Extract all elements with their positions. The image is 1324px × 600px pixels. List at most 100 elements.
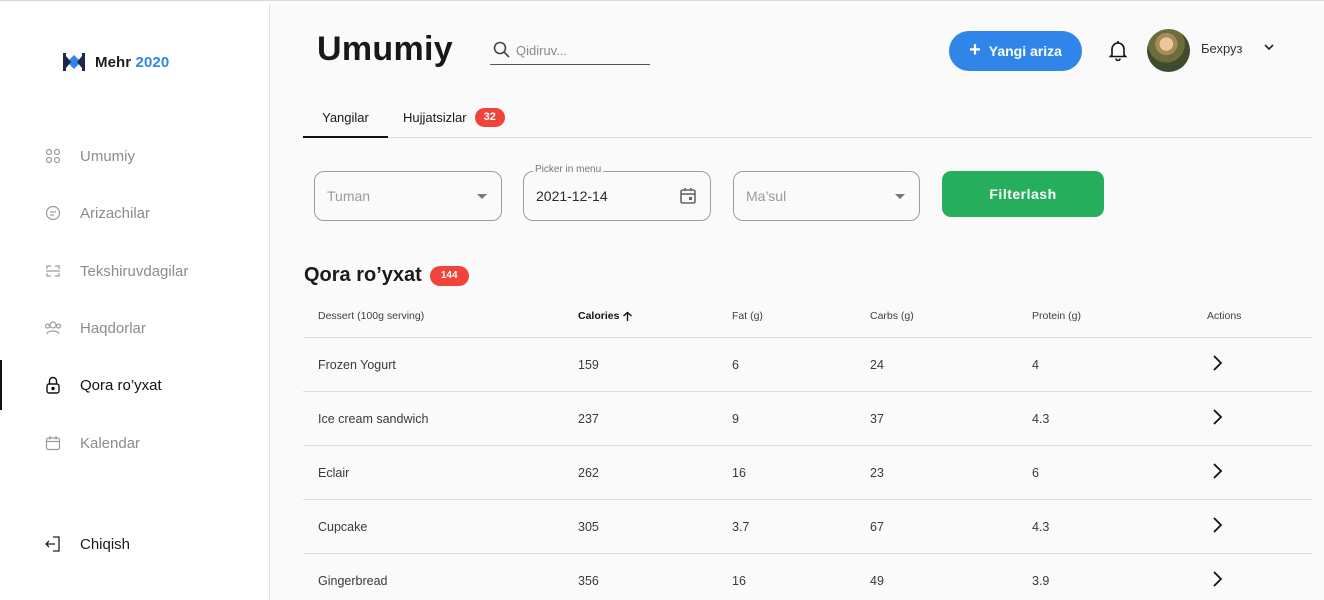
table-row[interactable]: Gingerbread 356 16 49 3.9 [303, 554, 1312, 600]
cell-fat: 16 [732, 574, 746, 588]
count-badge: 144 [429, 265, 469, 286]
calendar-icon[interactable] [678, 186, 698, 206]
cell-calories: 305 [578, 520, 599, 534]
cell-calories: 237 [578, 412, 599, 426]
count-badge: 32 [474, 108, 505, 127]
logout-icon [44, 535, 62, 553]
dropdown-caret-icon [895, 194, 905, 199]
table-row[interactable]: Eclair 262 16 23 6 [303, 446, 1312, 500]
column-header-carbs[interactable]: Carbs (g) [870, 310, 914, 322]
table-row[interactable]: Frozen Yogurt 159 6 24 4 [303, 338, 1312, 392]
cell-dessert: Frozen Yogurt [318, 358, 396, 372]
date-picker[interactable]: Picker in menu 2021-12-14 [523, 164, 711, 221]
chevron-right-icon[interactable] [1207, 515, 1227, 535]
date-picker-legend: Picker in menu [533, 164, 604, 175]
tuman-placeholder: Tuman [327, 188, 371, 204]
column-header-label: Calories [578, 310, 620, 322]
section-title: Qora ro’yxat 144 [304, 264, 469, 287]
masul-placeholder: Ma’sul [746, 188, 787, 204]
column-header-protein[interactable]: Protein (g) [1032, 310, 1081, 322]
sidebar-item-label: Qora ro’yxat [80, 376, 162, 394]
grid-icon [44, 147, 62, 165]
cell-dessert: Ice cream sandwich [318, 412, 429, 426]
brand-year: 2020 [135, 53, 170, 71]
cell-calories: 262 [578, 466, 599, 480]
lock-icon [44, 376, 62, 394]
cell-fat: 16 [732, 466, 746, 480]
cell-carbs: 67 [870, 520, 884, 534]
avatar[interactable] [1147, 29, 1190, 72]
table-header: Dessert (100g serving) Calories Fat (g) … [303, 293, 1312, 338]
tab-label: Hujjatsizlar [403, 110, 467, 125]
column-header-calories[interactable]: Calories [578, 310, 633, 322]
cell-fat: 6 [732, 358, 739, 372]
cell-protein: 4.3 [1032, 412, 1050, 426]
sidebar-item-label: Umumiy [80, 147, 135, 165]
column-header-actions: Actions [1207, 310, 1242, 322]
sidebar: Mehr 2020 Umumiy Arizachilar Tekshiruvda… [0, 4, 270, 600]
sidebar-item-qora-royxat[interactable]: Qora ro’yxat [0, 360, 270, 410]
chevron-down-icon[interactable] [1262, 40, 1276, 54]
table-row[interactable]: Ice cream sandwich 237 9 37 4.3 [303, 392, 1312, 446]
column-header-fat[interactable]: Fat (g) [732, 310, 763, 322]
user-name[interactable]: Бехруз [1201, 41, 1243, 56]
chevron-right-icon[interactable] [1207, 461, 1227, 481]
logout-button[interactable]: Chiqish [0, 519, 270, 569]
tab-bar: Yangilar Hujjatsizlar 32 [303, 98, 1312, 138]
sidebar-item-tekshiruvdagilar[interactable]: Tekshiruvdagilar [0, 246, 270, 296]
cell-protein: 4.3 [1032, 520, 1050, 534]
cell-calories: 356 [578, 574, 599, 588]
plus-icon: + [969, 39, 981, 61]
cell-carbs: 23 [870, 466, 884, 480]
page-title: Umumiy [317, 30, 453, 68]
new-application-button[interactable]: + Yangi ariza [949, 31, 1082, 71]
dropdown-caret-icon [477, 194, 487, 199]
sidebar-item-label: Haqdorlar [80, 319, 146, 337]
sidebar-item-label: Tekshiruvdagilar [80, 262, 189, 280]
cell-dessert: Cupcake [318, 520, 368, 534]
sidebar-item-label: Kalendar [80, 434, 141, 452]
column-header-dessert[interactable]: Dessert (100g serving) [318, 310, 424, 322]
tab-hujjatsizlar[interactable]: Hujjatsizlar 32 [403, 98, 505, 137]
logo-icon [63, 53, 85, 71]
cell-protein: 3.9 [1032, 574, 1050, 588]
sidebar-item-haqdorlar[interactable]: Haqdorlar [0, 303, 270, 353]
sidebar-item-kalendar[interactable]: Kalendar [0, 418, 270, 468]
date-value: 2021-12-14 [536, 188, 608, 204]
search-input[interactable] [516, 42, 646, 58]
cell-fat: 3.7 [732, 520, 750, 534]
cell-dessert: Gingerbread [318, 574, 388, 588]
cell-fat: 9 [732, 412, 739, 426]
arrow-up-icon [623, 311, 633, 321]
chevron-right-icon[interactable] [1207, 353, 1227, 373]
scan-icon [44, 262, 62, 280]
sidebar-item-arizachilar[interactable]: Arizachilar [0, 188, 270, 238]
chevron-right-icon[interactable] [1207, 407, 1227, 427]
brand-name: Mehr 2020 [95, 53, 170, 71]
filter-button[interactable]: Filterlash [942, 171, 1104, 217]
table-row[interactable]: Cupcake 305 3.7 67 4.3 [303, 500, 1312, 554]
brand-logo[interactable]: Mehr 2020 [63, 52, 169, 72]
users-icon [44, 319, 62, 337]
cell-calories: 159 [578, 358, 599, 372]
sidebar-item-umumiy[interactable]: Umumiy [0, 131, 270, 181]
document-icon [44, 204, 62, 222]
logout-label: Chiqish [80, 535, 131, 553]
section-title-text: Qora ro’yxat [304, 264, 422, 286]
cell-carbs: 49 [870, 574, 884, 588]
new-application-label: Yangi ariza [988, 43, 1062, 59]
bell-icon[interactable] [1107, 39, 1129, 61]
chevron-right-icon[interactable] [1207, 569, 1227, 589]
search-bar[interactable] [490, 36, 650, 65]
cell-protein: 4 [1032, 358, 1039, 372]
tuman-select[interactable]: Tuman [314, 171, 502, 221]
sidebar-item-label: Arizachilar [80, 204, 151, 222]
masul-select[interactable]: Ma’sul [733, 171, 920, 221]
cell-protein: 6 [1032, 466, 1039, 480]
cell-dessert: Eclair [318, 466, 350, 480]
data-table: Dessert (100g serving) Calories Fat (g) … [303, 293, 1312, 600]
tab-yangilar[interactable]: Yangilar [303, 98, 388, 138]
tab-label: Yangilar [322, 109, 369, 125]
search-icon [493, 41, 510, 58]
calendar-icon [44, 434, 62, 452]
